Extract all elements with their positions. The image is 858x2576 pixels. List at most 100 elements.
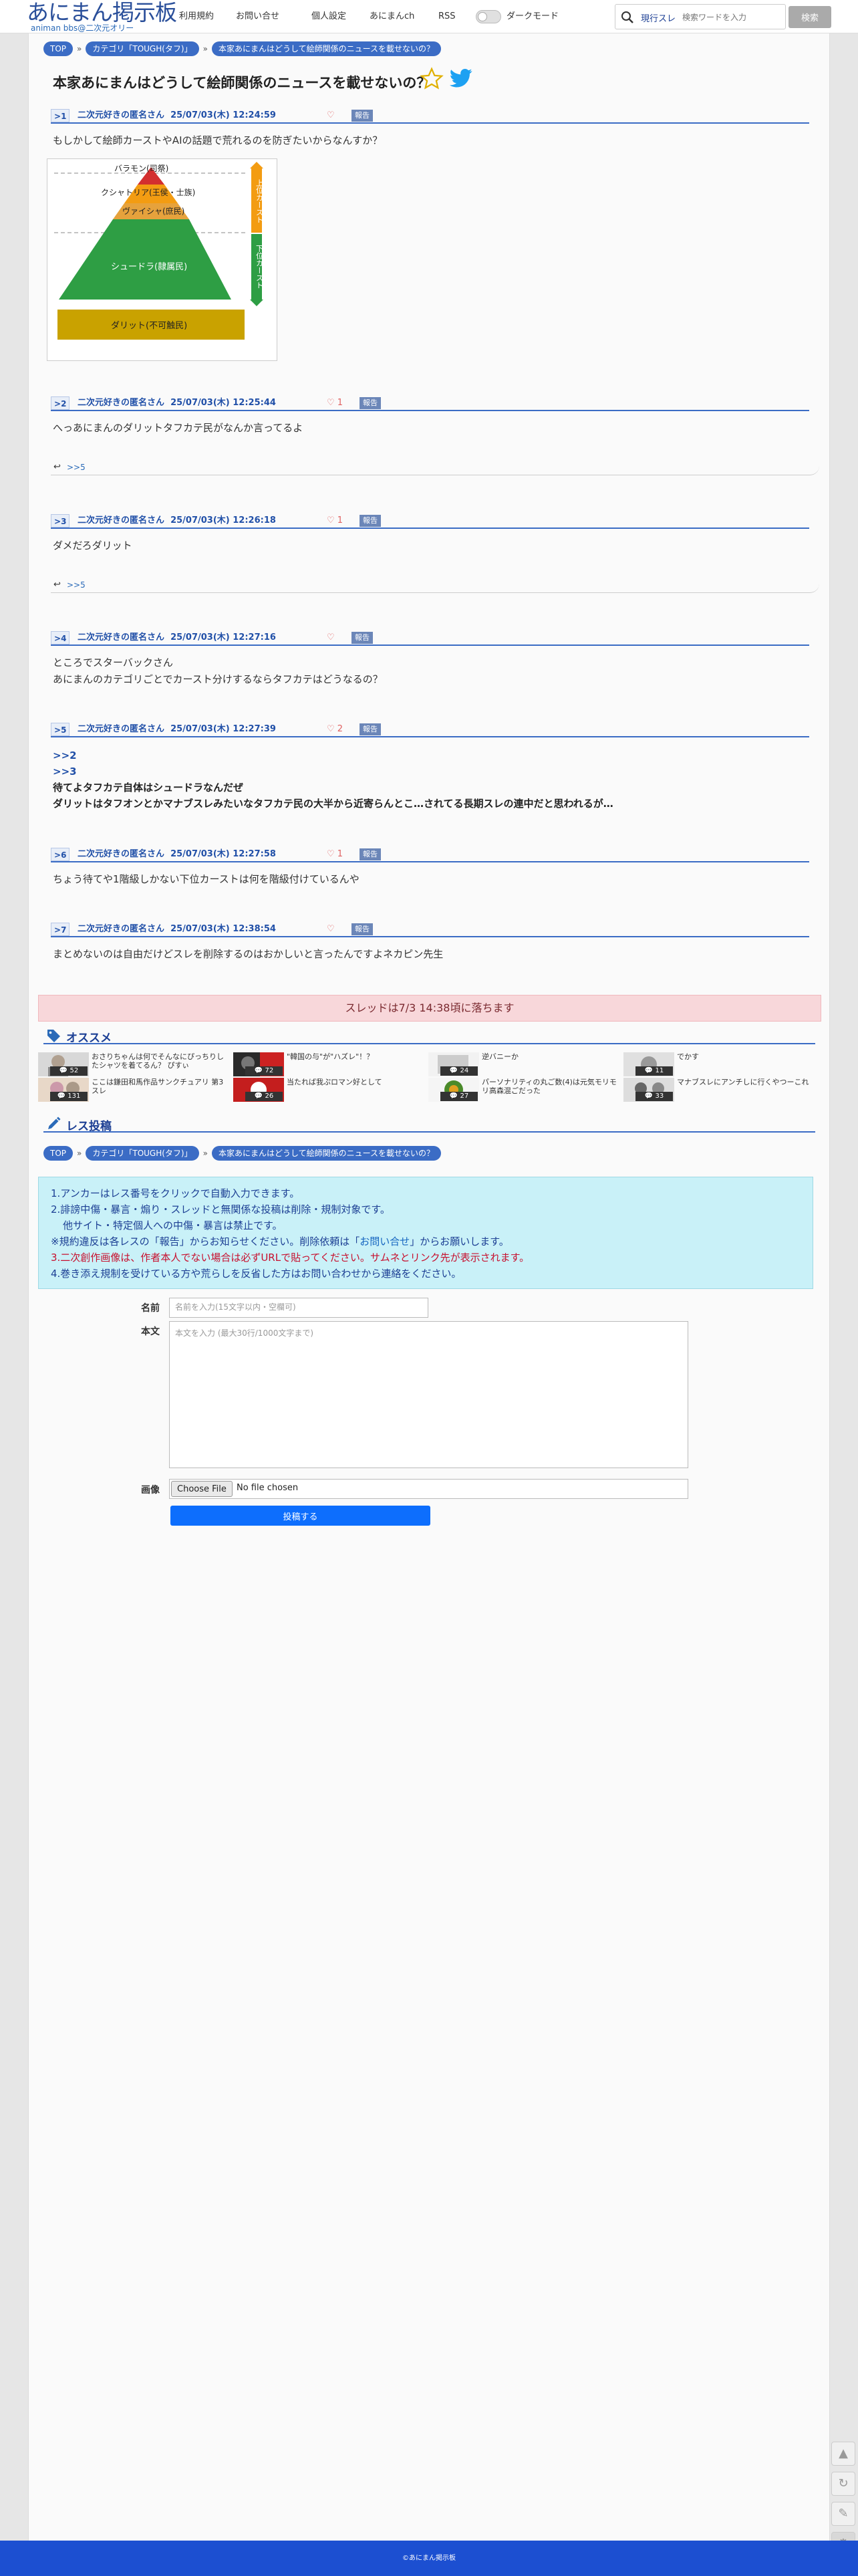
post-number[interactable]: >6 [51,848,70,861]
post-author-date: 二次元好きの匿名さん 25/07/03(木) 12:26:18 [78,515,276,525]
recommend-heading: オススメ [66,1032,112,1045]
contact-link[interactable]: お問い合せ [360,1236,410,1248]
logo-title: あにまん掲示板 [27,0,177,25]
reply-anchor[interactable]: >>5 [67,463,86,472]
site-footer: ©あにまん掲示板 [0,2541,858,2576]
like-button[interactable]: ♡ [327,924,335,935]
post-number[interactable]: >2 [51,396,70,410]
heart-icon: ♡ [327,724,335,734]
search-icon[interactable] [621,11,634,24]
favorite-star-icon[interactable] [420,67,444,91]
write-button[interactable]: ✎ [831,2502,855,2526]
post-author-date: 二次元好きの匿名さん 25/07/03(木) 12:27:39 [78,724,276,734]
image-label: 画像 [141,1485,160,1496]
breadcrumb-top[interactable]: TOP [43,1146,74,1161]
recommend-item[interactable]: 💬 26 当たれば我ぷロマン好として [233,1078,427,1102]
thread-drop-notice: スレッドは7/3 14:38頃に落ちます [38,995,821,1022]
post-body: ところでスターバックさん あにまんのカテゴリごとでカースト分けするならタフカテはど… [53,657,383,685]
recommend-title: マナブスレにアンチしに行くやつーこれ [677,1078,809,1086]
name-input[interactable]: 名前を入力(15文字以内・空欄可) [169,1298,428,1318]
site-header: あにまん掲示板 animan bbs@二次元オリー 利用規約 お問い合せ 個人設… [0,0,858,33]
submit-post-button[interactable]: 投稿する [170,1506,430,1526]
choose-file-button[interactable]: Choose File [171,1481,233,1497]
site-logo[interactable]: あにまん掲示板 animan bbs@二次元オリー [27,0,177,33]
like-button[interactable]: ♡ [327,632,335,643]
reply-count: 💬 131 [50,1092,88,1101]
reply-icon: ↩ [53,462,61,472]
posting-rules: 1.アンカーはレス番号をクリックで自動入力できます。 2.誹謗中傷・暴言・煽り・… [38,1177,813,1289]
breadcrumb-category[interactable]: カテゴリ「TOUGH(タフ)」 [86,41,199,56]
recommend-item[interactable]: 💬 72 "韓国の与"が"ハズレ"！？ [233,1052,427,1076]
recommend-item[interactable]: 💬 24 逆バニーか [428,1052,622,1076]
post-number[interactable]: >5 [51,723,70,736]
anchor-link[interactable]: >>2 [53,749,77,762]
search-scope[interactable]: 現行スレ [641,11,676,24]
report-button[interactable]: 報告 [360,848,381,860]
post-number[interactable]: >3 [51,514,70,528]
recommend-header: オススメ [43,1028,815,1045]
nav-terms[interactable]: 利用規約 [179,0,214,33]
main-content: TOP» カテゴリ「TOUGH(タフ)」» 本家あにまんはどうして絵師関係のニュース… [28,33,830,2541]
heart-icon: ♡ [327,398,335,408]
scroll-top-button[interactable]: ▲ [831,2442,855,2466]
pyramid-tier-1: バラモン(司祭) [114,164,168,173]
like-button[interactable]: ♡ 1 [327,849,343,860]
heart-icon: ♡ [327,849,335,859]
reload-button[interactable]: ↻ [831,2472,855,2496]
post-body: ちょう待てや1階級しかない下位カーストは何を階級付けているんや [53,873,360,885]
heart-icon: ♡ [327,515,335,525]
recommend-item[interactable]: 💬 27 パーソナリティの丸ご数(4)は元気モリモリ高森混ごだった [428,1078,622,1102]
search-input[interactable] [682,9,782,25]
recommend-item[interactable]: 💬 11 でかす [623,1052,817,1076]
post-author-date: 二次元好きの匿名さん 25/07/03(木) 12:25:44 [78,398,276,408]
post-header: >6 二次元好きの匿名さん 25/07/03(木) 12:27:58 ♡ 1 報… [51,848,809,862]
body-textarea[interactable]: 本文を入力 (最大30行/1000文字まで) [169,1321,688,1468]
reply-section-header: レス投稿 [43,1117,815,1133]
breadcrumb-category[interactable]: カテゴリ「TOUGH(タフ)」 [86,1146,199,1161]
like-button[interactable]: ♡ [327,110,335,121]
post-header: >3 二次元好きの匿名さん 25/07/03(木) 12:26:18 ♡ 1 報… [51,514,809,529]
nav-animanch[interactable]: あにまんch [370,0,414,33]
report-button[interactable]: 報告 [360,723,381,735]
breadcrumb-thread[interactable]: 本家あにまんはどうして絵師関係のニュースを載せないの？ [211,1146,441,1161]
report-button[interactable]: 報告 [351,923,373,935]
like-button[interactable]: ♡ 1 [327,398,343,408]
post-body: ダメだろダリット [53,540,132,552]
caste-pyramid-image[interactable]: バラモン(司祭) クシャトリア(王侯・士族) ヴァイシャ(庶民) シュードラ(隷… [47,158,277,361]
recommend-item[interactable]: 💬 131 ここは鎌田和馬作品サンクチュアリ 第3スレ [38,1078,232,1102]
search-button[interactable]: 検索 [789,6,831,28]
like-button[interactable]: ♡ 1 [327,515,343,526]
nav-contact[interactable]: お問い合せ [236,0,279,33]
upper-caste-label: 上位カースト [255,179,264,223]
reply-icon: ↩ [53,580,61,590]
nav-settings[interactable]: 個人設定 [311,0,346,33]
reply-count: 💬 52 [50,1066,88,1076]
like-button[interactable]: ♡ 2 [327,724,343,735]
post-body: へっあにまんのダリットタフカテ民がなんか言ってるよ [53,422,303,434]
report-button[interactable]: 報告 [360,515,381,527]
nav-rss[interactable]: RSS [438,0,456,33]
rule-2c: ※規約違反は各レスの「報告」からお知らせください。削除依頼は「お問い合せ」からお… [51,1236,509,1248]
pyramid-tier-2: クシャトリア(王侯・士族) [101,188,195,197]
pyramid-tier-3: ヴァイシャ(庶民) [122,206,184,216]
anchor-link[interactable]: >>3 [53,766,77,778]
tag-icon [47,1030,60,1042]
reply-anchor[interactable]: >>5 [67,580,86,590]
report-button[interactable]: 報告 [351,110,373,122]
recommend-item[interactable]: 💬 33 マナブスレにアンチしに行くやつーこれ [623,1078,817,1102]
post-header: >2 二次元好きの匿名さん 25/07/03(木) 12:25:44 ♡ 1 報… [51,396,809,411]
recommend-item[interactable]: 💬 52 おさりちゃんは何でそんなにぴっちりしたシャツを着てるん？ ぴすぃ [38,1052,232,1076]
rule-4: 4.巻き添え規制を受けている方や荒らしを反省した方はお問い合わせから連絡をくださ… [51,1268,462,1280]
breadcrumb-top[interactable]: TOP [43,41,74,56]
report-button[interactable]: 報告 [360,397,381,409]
post-number[interactable]: >1 [51,109,70,122]
breadcrumb: TOP» カテゴリ「TOUGH(タフ)」» 本家あにまんはどうして絵師関係のニュース… [43,41,444,56]
dark-mode-toggle[interactable] [476,10,501,23]
twitter-icon[interactable] [450,68,472,88]
post-number[interactable]: >4 [51,631,70,645]
post-number[interactable]: >7 [51,923,70,936]
post-author-date: 二次元好きの匿名さん 25/07/03(木) 12:27:16 [78,632,276,642]
recommend-title: 逆バニーか [482,1052,519,1061]
breadcrumb-thread[interactable]: 本家あにまんはどうして絵師関係のニュースを載せないの？ [211,41,441,56]
report-button[interactable]: 報告 [351,632,373,644]
